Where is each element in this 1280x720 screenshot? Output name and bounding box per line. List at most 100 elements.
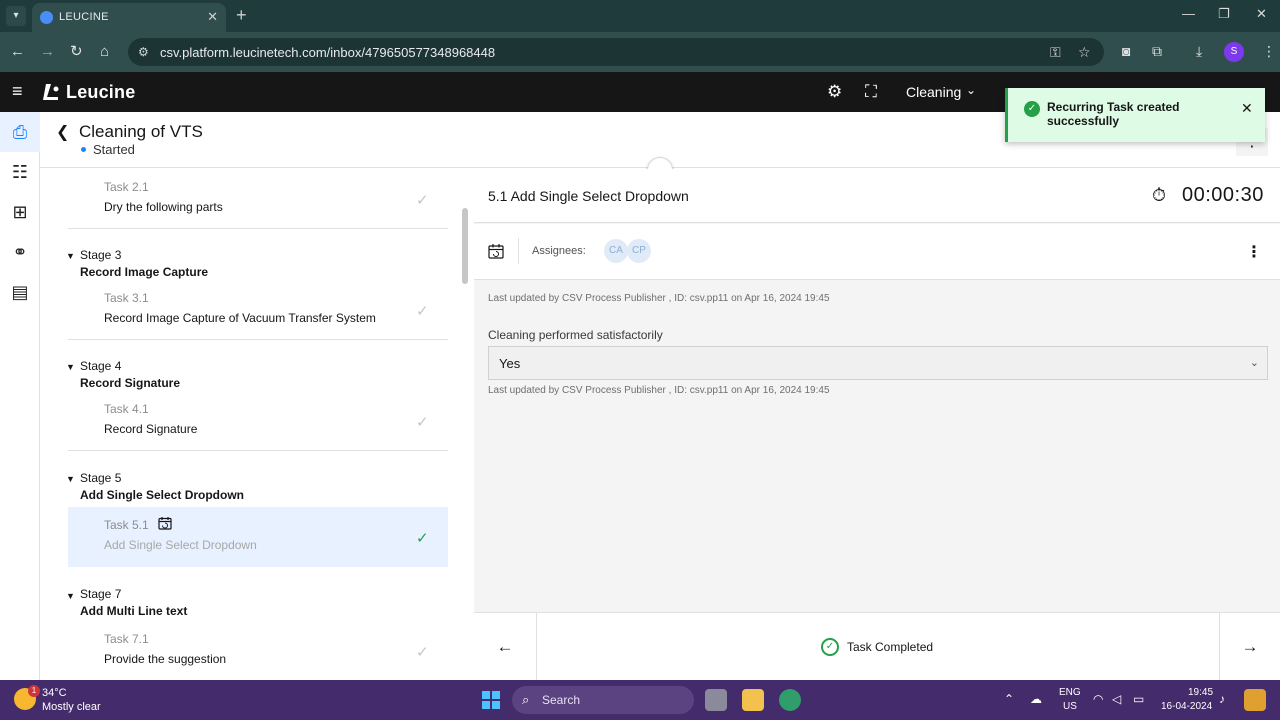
url-text[interactable]: csv.platform.leucinetech.com/inbox/47965… [160,45,495,60]
onedrive-cloud-icon[interactable]: ☁ [1030,692,1042,706]
assignee-avatar[interactable]: CP [627,239,651,263]
task-number: Task 2.1 [104,180,149,194]
windows-start-icon[interactable] [482,691,500,709]
notification-bell-icon[interactable]: ♪ [1219,692,1225,706]
inbox-icon[interactable]: ⎙ [0,112,40,152]
process-flow-icon[interactable]: ⊞ [0,192,40,232]
stage-task-list: Task 2.1 Dry the following parts ✓ ▼ Sta… [40,169,460,680]
task-item[interactable]: Task 4.1 Record Signature ✓ [68,391,448,451]
single-select-dropdown[interactable]: Yes ⌄ [488,346,1268,380]
navigation-rail: ⎙ ☷ ⊞ ⚭ ▤ [0,112,40,680]
stage-label[interactable]: Stage 7 [80,587,121,601]
recurring-calendar-icon [158,517,172,530]
caret-down-icon[interactable]: ▼ [66,362,75,372]
task-item[interactable]: Task 7.1 Provide the suggestion ✓ [68,621,448,680]
task-more-options-icon[interactable]: ⋮ [1246,242,1262,262]
task-completed-status: Task Completed [847,640,934,654]
windows-taskbar: 1 34°C Mostly clear ⌕ Search ⌃ ☁ ENG US … [0,680,1280,720]
chevron-down-icon[interactable]: ⌄ [966,83,976,97]
extensions-icon[interactable]: ⧉ [1152,43,1162,60]
caret-down-icon[interactable]: ▼ [66,251,75,261]
clock-date[interactable]: 16-04-2024 [1161,701,1212,712]
stage-label[interactable]: Stage 4 [80,359,121,373]
file-explorer-icon[interactable] [742,689,764,711]
back-arrow-icon[interactable]: ❮ [56,122,69,142]
download-icon[interactable]: ⤓ [1196,43,1202,60]
minimize-icon[interactable]: — [1182,6,1195,21]
previous-task-arrow-icon[interactable]: ← [474,613,537,681]
address-bar[interactable]: ⚙ csv.platform.leucinetech.com/inbox/479… [128,38,1104,66]
assignee-avatar[interactable]: CA [604,239,628,263]
task-last-updated: Last updated by CSV Process Publisher , … [488,293,830,304]
assignees-label: Assignees: [532,245,586,257]
task-name: Dry the following parts [104,200,223,214]
site-info-icon[interactable]: ⚙ [138,45,149,59]
stage-name[interactable]: Record Signature [80,376,180,390]
facility-selector[interactable]: Cleaning [906,84,961,100]
language-indicator[interactable]: ENG [1059,687,1081,698]
reload-icon[interactable]: ↻ [70,43,83,61]
battery-icon[interactable]: ▭ [1133,692,1144,706]
region-indicator[interactable]: US [1063,701,1077,712]
leucine-logo-icon [43,84,59,100]
hierarchy-icon[interactable]: ⚭ [0,232,40,272]
tab-search-icon[interactable]: ▾ [6,6,26,26]
checklist-icon[interactable]: ☷ [0,152,40,192]
list-scrollbar[interactable] [462,208,468,284]
dropdown-value: Yes [499,356,521,371]
task-item-active[interactable]: Task 5.1 Add Single Select Dropdown ✓ [68,507,448,567]
completed-check-icon: ✓ [821,638,839,656]
browser-tab[interactable]: LEUCINE ✕ [32,3,226,32]
clock-time[interactable]: 19:45 [1188,687,1213,698]
restore-icon[interactable]: ❐ [1218,6,1230,22]
window-close-icon[interactable]: ✕ [1256,6,1267,22]
wifi-icon[interactable]: ◠ [1093,692,1103,706]
weather-description[interactable]: Mostly clear [42,701,101,713]
task-name: Record Image Capture of Vacuum Transfer … [104,311,376,325]
stage-name[interactable]: Record Image Capture [80,265,208,279]
chevron-down-icon[interactable]: ⌄ [1250,356,1259,369]
bookmark-star-icon[interactable]: ☆ [1078,44,1091,61]
taskbar-search[interactable]: ⌕ Search [512,686,694,714]
caret-down-icon[interactable]: ▼ [66,474,75,484]
home-icon[interactable]: ⌂ [100,43,109,61]
toast-message: Recurring Task created successfully [1047,100,1180,128]
task-item[interactable]: Task 2.1 Dry the following parts ✓ [68,169,448,229]
next-task-arrow-icon[interactable]: → [1219,613,1280,681]
task-item[interactable]: Task 3.1 Record Image Capture of Vacuum … [68,280,448,340]
stage-label[interactable]: Stage 5 [80,471,121,485]
forward-icon[interactable]: → [40,43,55,61]
stage-name[interactable]: Add Single Select Dropdown [80,488,244,502]
task-title: 5.1 Add Single Select Dropdown [488,188,689,204]
task-name: Add Single Select Dropdown [104,538,257,552]
volume-icon[interactable]: ◁ [1112,692,1121,706]
reports-icon[interactable]: ▤ [0,272,40,312]
app-logo-text: Leucine [66,82,136,102]
camera-icon[interactable]: ◙ [1122,43,1130,59]
copilot-icon[interactable] [1244,689,1266,711]
settings-gear-icon[interactable]: ⚙ [827,82,842,102]
back-icon[interactable]: ← [10,43,25,61]
recurring-calendar-icon[interactable] [488,243,504,259]
check-icon: ✓ [416,192,429,209]
scan-qr-icon[interactable]: ⛶ [865,82,877,102]
new-tab-icon[interactable]: + [236,6,247,24]
show-hidden-icons-icon[interactable]: ⌃ [1004,692,1014,706]
weather-temperature[interactable]: 34°C [42,687,67,699]
weather-badge: 1 [28,685,40,697]
menu-icon[interactable]: ⋮ [1262,43,1276,60]
caret-down-icon[interactable]: ▼ [66,591,75,601]
task-view-icon[interactable] [705,689,727,711]
stage-name[interactable]: Add Multi Line text [80,604,187,618]
toast-close-icon[interactable]: ✕ [1241,100,1253,117]
hamburger-menu-icon[interactable]: ≡ [12,82,23,100]
chrome-icon[interactable] [779,689,801,711]
browser-toolbar: ← → ↻ ⌂ ⚙ csv.platform.leucinetech.com/i… [0,32,1280,72]
stage-label[interactable]: Stage 3 [80,248,121,262]
tab-close-icon[interactable]: ✕ [207,9,218,25]
profile-avatar[interactable]: S [1224,42,1244,62]
search-placeholder: Search [542,693,581,707]
password-key-icon[interactable]: ⚿ [1050,44,1061,61]
status-dot [81,147,86,152]
task-header: 5.1 Add Single Select Dropdown ⏱ 00:00:3… [474,169,1280,223]
